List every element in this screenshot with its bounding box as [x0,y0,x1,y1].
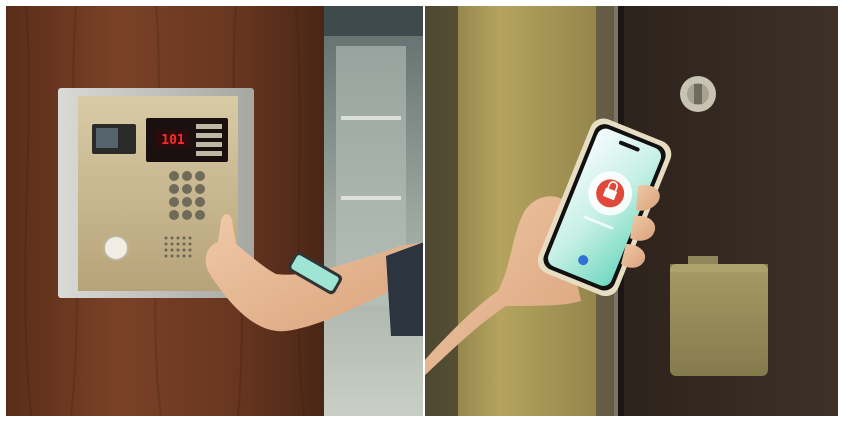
photo-collage: 101 [6,6,838,416]
smart-lock-device [670,256,768,376]
photo-divider [423,6,425,416]
right-scene [424,6,838,416]
door-lock-icon [680,76,716,112]
left-scene: 101 [6,6,424,416]
intercom-display-text: 101 [161,133,185,148]
call-button [103,235,129,261]
photo-frame: 101 [0,0,844,422]
